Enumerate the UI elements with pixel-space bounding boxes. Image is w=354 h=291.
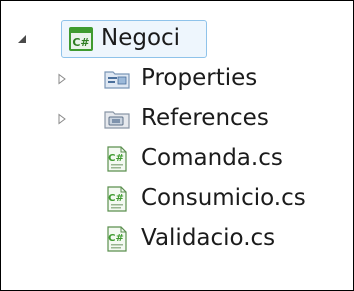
csharp-file-icon: C# — [103, 225, 131, 253]
collapsed-triangle-icon[interactable] — [55, 72, 69, 86]
tree-item-references[interactable]: References — [1, 99, 353, 139]
properties-label: Properties — [141, 65, 258, 91]
csharp-file-icon: C# — [103, 185, 131, 213]
validacio-label: Validacio.cs — [141, 225, 276, 251]
tree-item-project[interactable]: C# Negoci — [1, 19, 353, 59]
tree-item-consumicio[interactable]: C# Consumicio.cs — [1, 179, 353, 219]
svg-text:C#: C# — [72, 36, 89, 49]
project-label: Negoci — [101, 25, 181, 51]
tree-item-comanda[interactable]: C# Comanda.cs — [1, 139, 353, 179]
expanded-triangle-icon[interactable] — [15, 32, 29, 46]
solution-explorer-panel: C# Negoci Properties References C# Coman… — [0, 0, 354, 291]
svg-text:C#: C# — [108, 193, 124, 204]
csharp-file-icon: C# — [103, 145, 131, 173]
tree-item-validacio[interactable]: C# Validacio.cs — [1, 219, 353, 259]
svg-text:C#: C# — [108, 153, 124, 164]
references-label: References — [141, 105, 269, 131]
references-folder-icon — [103, 105, 131, 133]
tree-item-properties[interactable]: Properties — [1, 59, 353, 99]
svg-text:C#: C# — [108, 233, 124, 244]
comanda-label: Comanda.cs — [141, 145, 283, 171]
collapsed-triangle-icon[interactable] — [55, 112, 69, 126]
csharp-project-icon: C# — [67, 25, 95, 53]
properties-folder-icon — [103, 65, 131, 93]
consumicio-label: Consumicio.cs — [141, 185, 306, 211]
